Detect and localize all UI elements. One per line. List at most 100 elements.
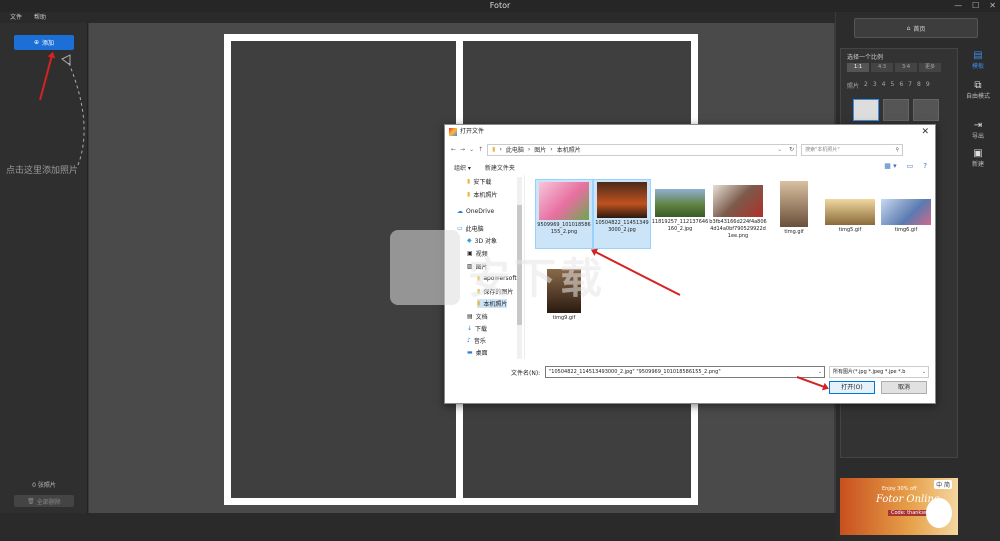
clear-button-label: 全部删除: [36, 498, 61, 506]
file-item[interactable]: b3fb43166d224f4a8064d14a0bf790529922d1ee…: [709, 179, 767, 263]
nav-item[interactable]: ▤ 文档: [467, 312, 488, 321]
file-name: 9509969_101018586155_2.png: [537, 222, 591, 235]
promo-banner[interactable]: 中 简 Enjoy 30% off Fotor Online Code: tha…: [840, 478, 958, 535]
open-button[interactable]: 打开(O): [829, 381, 875, 394]
tool-export[interactable]: ⇥ 导出: [958, 120, 998, 140]
layout-thumb[interactable]: [883, 99, 909, 121]
forward-icon[interactable]: →: [460, 146, 465, 153]
layout-thumbnails: [853, 99, 939, 121]
home-button[interactable]: ⌂ 首页: [854, 18, 978, 38]
filename-label: 文件名(N):: [511, 370, 541, 377]
new-icon: ▣: [973, 148, 983, 159]
ratio-3-4[interactable]: 3:4: [895, 63, 917, 72]
file-item[interactable]: timg6.gif: [877, 179, 935, 249]
count-option[interactable]: 5: [891, 81, 895, 90]
file-item[interactable]: 9509969_101018586155_2.png: [535, 179, 593, 249]
nav-item[interactable]: ☁ OneDrive: [457, 208, 494, 215]
menu-help[interactable]: 帮助: [34, 12, 46, 23]
tool-label: 自由模式: [965, 93, 990, 100]
minimize-icon[interactable]: —: [954, 0, 962, 12]
language-badge[interactable]: 中 简: [934, 480, 952, 489]
address-bar[interactable]: ▮ › 此电脑 › 图片 › 本机照片 ⌄ ↻: [487, 143, 798, 156]
layout-thumb[interactable]: [853, 99, 879, 121]
file-name: timg9.gif: [552, 315, 576, 321]
dialog-close-icon[interactable]: ✕: [921, 125, 929, 139]
clear-all-button[interactable]: 🗑 全部删除: [14, 495, 74, 507]
dashed-curve-arrow: [61, 54, 85, 166]
breadcrumb-pictures[interactable]: 图片: [534, 145, 546, 154]
count-label: 照片: [847, 83, 860, 90]
count-option[interactable]: 9: [926, 81, 930, 90]
breadcrumb-local-photos[interactable]: 本机照片: [557, 145, 581, 154]
nav-item[interactable]: ♪ 音乐: [467, 336, 486, 345]
desktop-icon: ▬: [467, 349, 473, 356]
address-row: ← → ⌄ ↑ ▮ › 此电脑 › 图片 › 本机照片 ⌄ ↻ 搜索"本机照片"…: [445, 142, 935, 157]
window-controls: — ☐ ✕: [954, 0, 996, 12]
dialog-title-bar: 打开文件 ✕: [445, 125, 935, 139]
fotor-window: Fotor — ☐ ✕ 文件 帮助 ⊕ 添加 点击这里添加照片 0 张照片 🗑 …: [0, 0, 1000, 541]
folder-icon: ▮: [467, 191, 471, 198]
count-option[interactable]: 3: [873, 81, 877, 90]
filename-input[interactable]: "10504822_114513493000_2.jpg" "9509969_1…: [545, 366, 825, 378]
nav-item[interactable]: ▬ 桌面: [467, 348, 488, 357]
refresh-icon[interactable]: ↻: [789, 146, 794, 153]
watermark-text: 安下载: [468, 254, 607, 303]
chevron-down-icon[interactable]: ⌄: [922, 367, 926, 377]
back-icon[interactable]: ←: [451, 146, 456, 153]
photo-count: 0 张照片: [32, 482, 56, 489]
count-option[interactable]: 2: [864, 81, 868, 90]
menu-file[interactable]: 文件: [10, 12, 22, 23]
file-item[interactable]: 10504822_114513493000_2.jpg: [593, 179, 651, 249]
nav-item[interactable]: ▮ 安下载: [467, 177, 491, 186]
preview-pane-icon[interactable]: ▭: [907, 162, 914, 170]
count-option[interactable]: 4: [882, 81, 886, 90]
cancel-button[interactable]: 取消: [881, 381, 927, 394]
file-type-select[interactable]: 所有图片(*.jpg *.jpeg *.jpe *.b ⌄: [829, 366, 929, 378]
search-placeholder: 搜索"本机照片": [805, 146, 840, 153]
add-photo-button[interactable]: ⊕ 添加: [14, 35, 74, 50]
photo-count-selector: 照片 2 3 4 5 6 7 8 9: [847, 81, 930, 90]
nav-item[interactable]: ▮ 本机照片: [467, 190, 497, 199]
count-option[interactable]: 6: [899, 81, 903, 90]
search-input[interactable]: 搜索"本机照片" ⚲: [801, 143, 904, 156]
filename-row: 文件名(N): "10504822_114513493000_2.jpg" "9…: [445, 365, 935, 379]
file-name: b3fb43166d224f4a8064d14a0bf790529922d1ee…: [709, 219, 767, 239]
app-title: Fotor: [489, 1, 511, 10]
layout-thumb[interactable]: [913, 99, 939, 121]
nav-item[interactable]: ↓ 下载: [467, 324, 487, 333]
file-item[interactable]: timg5.gif: [821, 179, 879, 249]
tool-new[interactable]: ▣ 新建: [958, 148, 998, 168]
count-option[interactable]: 8: [917, 81, 921, 90]
file-item[interactable]: timg.gif: [765, 179, 823, 249]
maximize-icon[interactable]: ☐: [972, 0, 979, 12]
count-option[interactable]: 7: [908, 81, 912, 90]
left-panel: ⊕ 添加 点击这里添加照片 0 张照片 🗑 全部删除: [0, 23, 88, 513]
tool-template[interactable]: ▤ 模板: [958, 50, 998, 70]
new-folder-button[interactable]: 新建文件夹: [485, 163, 515, 172]
organize-button[interactable]: 组织 ▾: [454, 163, 471, 172]
tool-label: 新建: [971, 161, 984, 168]
breadcrumb-pc[interactable]: 此电脑: [506, 145, 524, 154]
music-icon: ♪: [467, 337, 471, 344]
file-item[interactable]: 11819257_112137646160_2.jpg: [651, 179, 709, 249]
tool-freestyle[interactable]: ⧉ 自由模式: [958, 80, 998, 100]
fotor-logo-icon: [449, 128, 457, 136]
chevron-down-icon[interactable]: ⌄: [777, 146, 782, 153]
view-options-icon[interactable]: ▦ ▾: [884, 162, 896, 170]
ratio-1-1[interactable]: 1:1: [847, 63, 869, 72]
up-icon[interactable]: ↑: [478, 146, 483, 153]
recent-chevron-icon[interactable]: ⌄: [469, 146, 474, 153]
document-icon: ▤: [467, 313, 473, 320]
chevron-down-icon[interactable]: ⌄: [818, 367, 822, 377]
export-icon: ⇥: [973, 120, 983, 131]
add-photo-hint[interactable]: 点击这里添加照片: [6, 163, 78, 176]
watermark-logo: [390, 230, 460, 305]
nav-item[interactable]: ◆ 3D 对象: [467, 236, 497, 245]
close-icon[interactable]: ✕: [989, 0, 996, 12]
ratio-more[interactable]: 更多: [919, 63, 941, 72]
help-icon[interactable]: ?: [923, 162, 927, 170]
dialog-toolbar: 组织 ▾ 新建文件夹 ▦ ▾ ▭ ?: [445, 161, 935, 173]
ratio-4-3[interactable]: 4:3: [871, 63, 893, 72]
nav-item[interactable]: ▭ 此电脑: [457, 224, 484, 233]
folder-icon: ▮: [467, 178, 471, 185]
